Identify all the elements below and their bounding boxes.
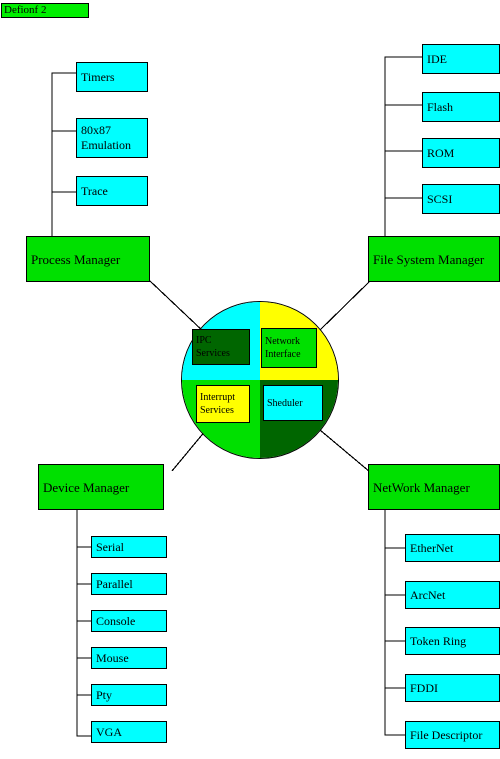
node-token-ring-label: Token Ring xyxy=(410,633,467,648)
node-scheduler[interactable]: Sheduler xyxy=(263,385,323,421)
node-scheduler-label: Sheduler xyxy=(267,397,303,409)
node-vga[interactable]: VGA xyxy=(91,721,167,743)
node-fddi-label: FDDI xyxy=(410,680,439,695)
node-mouse[interactable]: Mouse xyxy=(91,647,167,669)
node-console[interactable]: Console xyxy=(91,610,167,632)
node-ethernet[interactable]: EtherNet xyxy=(405,534,500,562)
node-arcnet-label: ArcNet xyxy=(410,587,446,602)
node-flash-label: Flash xyxy=(427,99,454,114)
node-timers-label: Timers xyxy=(81,69,115,84)
node-pty-label: Pty xyxy=(96,687,113,702)
node-network-interface-label: Network Interface xyxy=(265,336,301,360)
node-network-manager[interactable]: NetWork Manager xyxy=(368,464,500,510)
node-trace-label: Trace xyxy=(81,183,108,198)
node-ipc-services[interactable]: IPC Services xyxy=(192,329,250,365)
node-fddi[interactable]: FDDI xyxy=(405,674,500,702)
node-device-manager-label: Device Manager xyxy=(43,479,130,495)
node-80x87-emulation-label: 80x87 Emulation xyxy=(81,123,131,152)
node-device-manager[interactable]: Device Manager xyxy=(38,464,164,510)
node-ide-label: IDE xyxy=(427,51,447,66)
diagram-canvas: Defionf 2 Timers 80x87 Emulation Trace P… xyxy=(0,0,500,759)
node-ide[interactable]: IDE xyxy=(422,44,500,74)
node-file-system-manager[interactable]: File System Manager xyxy=(368,236,500,282)
node-serial[interactable]: Serial xyxy=(91,536,167,558)
node-console-label: Console xyxy=(96,613,136,628)
page-title-tag: Defionf 2 xyxy=(1,3,89,18)
node-network-manager-label: NetWork Manager xyxy=(373,479,470,495)
node-mouse-label: Mouse xyxy=(96,650,129,665)
node-pty[interactable]: Pty xyxy=(91,684,167,706)
node-serial-label: Serial xyxy=(96,539,124,554)
node-scsi[interactable]: SCSI xyxy=(422,184,500,214)
kernel-sphere xyxy=(181,301,339,459)
node-flash[interactable]: Flash xyxy=(422,92,500,122)
node-process-manager[interactable]: Process Manager xyxy=(26,236,150,282)
node-file-descriptor[interactable]: File Descriptor xyxy=(405,721,500,749)
node-network-interface[interactable]: Network Interface xyxy=(261,328,317,368)
node-file-system-manager-label: File System Manager xyxy=(373,251,485,267)
node-token-ring[interactable]: Token Ring xyxy=(405,627,500,655)
node-interrupt-services-label: Interrupt Services xyxy=(200,392,235,416)
node-trace[interactable]: Trace xyxy=(76,176,148,206)
node-vga-label: VGA xyxy=(96,724,122,739)
node-file-descriptor-label: File Descriptor xyxy=(410,727,483,742)
node-rom-label: ROM xyxy=(427,145,455,160)
node-timers[interactable]: Timers xyxy=(76,62,148,92)
node-ethernet-label: EtherNet xyxy=(410,540,454,555)
node-process-manager-label: Process Manager xyxy=(31,251,121,267)
node-arcnet[interactable]: ArcNet xyxy=(405,581,500,609)
node-scsi-label: SCSI xyxy=(427,191,453,206)
node-parallel-label: Parallel xyxy=(96,576,133,591)
node-rom[interactable]: ROM xyxy=(422,138,500,168)
node-parallel[interactable]: Parallel xyxy=(91,573,167,595)
node-interrupt-services[interactable]: Interrupt Services xyxy=(196,385,250,423)
node-ipc-services-label: IPC Services xyxy=(196,335,230,359)
node-80x87-emulation[interactable]: 80x87 Emulation xyxy=(76,118,148,158)
